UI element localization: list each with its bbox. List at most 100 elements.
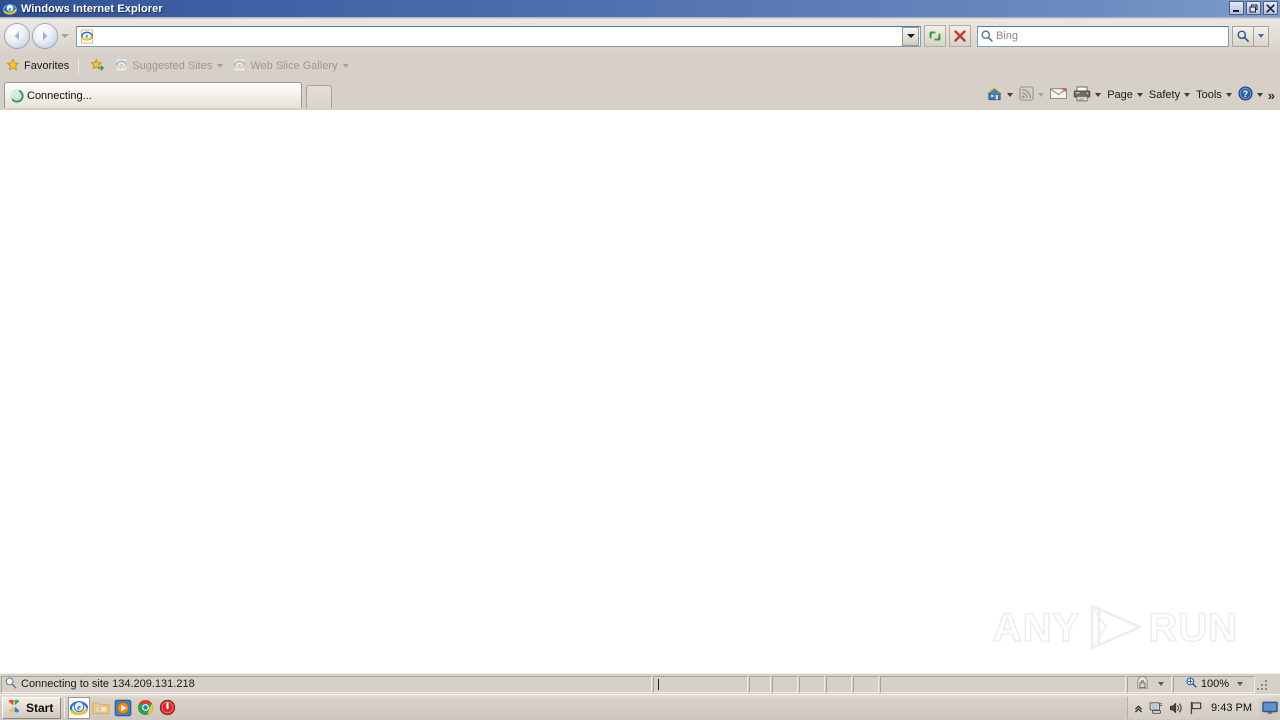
favorites-item-suggested-sites[interactable]: e Suggested Sites (111, 56, 227, 76)
rss-feed-icon (1019, 86, 1034, 104)
command-bar: Page Safety Tools ? » (983, 82, 1280, 108)
restore-button[interactable] (1246, 1, 1261, 15)
status-pane-6 (880, 675, 1126, 693)
search-icon (978, 29, 996, 43)
chevron-down-icon[interactable] (1158, 682, 1164, 686)
show-hidden-icons-button[interactable] (1133, 702, 1144, 714)
show-desktop-button[interactable] (1260, 697, 1280, 719)
taskbar-item-windows-explorer[interactable] (90, 697, 112, 719)
page-content: ANY RUN (0, 110, 1280, 673)
page-menu[interactable]: Page (1104, 84, 1146, 106)
taskbar-item-stop-process[interactable] (156, 697, 178, 719)
svg-text:?: ? (1243, 89, 1248, 99)
print-button[interactable] (1070, 84, 1104, 106)
svg-text:e: e (86, 33, 89, 39)
search-go-button[interactable] (1232, 25, 1254, 47)
page-menu-label: Page (1107, 89, 1133, 101)
back-button[interactable] (4, 23, 30, 49)
address-dropdown-button[interactable] (902, 26, 919, 46)
chrome-icon (137, 699, 153, 716)
safety-menu[interactable]: Safety (1146, 84, 1193, 106)
magnifier-icon (4, 676, 18, 693)
anyrun-watermark: ANY RUN (992, 602, 1238, 655)
favorites-button[interactable]: Favorites (2, 56, 73, 76)
favorites-item-label: Web Slice Gallery (250, 60, 338, 72)
ie-page-icon: e (78, 27, 96, 46)
security-center-flag-icon[interactable] (1189, 701, 1204, 715)
lock-zone-icon (1135, 675, 1150, 693)
folder-icon (92, 702, 110, 714)
help-button[interactable]: ? (1235, 84, 1266, 106)
favorites-bar: Favorites e Suggested Sites e Web Slice … (0, 54, 1280, 78)
new-tab-button[interactable] (306, 85, 332, 108)
chevron-down-icon (1225, 93, 1232, 97)
zoom-in-icon (1185, 676, 1198, 692)
home-button[interactable] (983, 84, 1016, 106)
ie-page-icon: e (115, 58, 128, 75)
search-submit-icon (1237, 30, 1249, 42)
address-bar[interactable]: e (76, 25, 921, 47)
add-to-favorites-bar-button[interactable] (86, 56, 109, 76)
chevron-down-icon[interactable] (1095, 93, 1102, 97)
status-bar: Connecting to site 134.209.131.218 100% (0, 673, 1280, 694)
chevron-down-icon (217, 64, 224, 68)
window-controls (1229, 1, 1278, 15)
close-button[interactable] (1263, 1, 1278, 15)
recent-pages-dropdown[interactable] (59, 23, 71, 49)
resize-grip[interactable] (1256, 676, 1270, 693)
chevron-down-icon[interactable] (1038, 93, 1045, 97)
favorites-label: Favorites (24, 60, 70, 72)
star-icon (6, 58, 20, 75)
refresh-icon (929, 31, 941, 41)
chevron-down-icon[interactable] (1237, 682, 1244, 686)
search-provider-dropdown[interactable] (1254, 25, 1269, 47)
back-arrow-icon (13, 30, 20, 42)
taskbar-item-google-chrome[interactable] (134, 697, 156, 719)
watermark-text-right: RUN (1148, 605, 1238, 651)
zoom-level: 100% (1200, 678, 1230, 690)
search-input[interactable]: Bing (996, 30, 1228, 42)
ie-page-icon: e (233, 58, 246, 75)
favorites-item-web-slice-gallery[interactable]: e Web Slice Gallery (229, 56, 352, 76)
monitor-icon (1262, 701, 1278, 714)
chevron-down-icon[interactable] (1256, 93, 1263, 97)
forward-button[interactable] (32, 23, 58, 49)
stop-icon (954, 30, 966, 42)
search-box[interactable]: Bing (977, 25, 1229, 47)
chevron-down-icon (1136, 93, 1143, 97)
tools-menu[interactable]: Tools (1193, 84, 1235, 106)
desktop: e Windows Internet Explorer e Bing Favor… (0, 0, 1280, 720)
stop-button[interactable] (949, 25, 971, 47)
tab-title: Connecting... (27, 89, 92, 102)
command-bar-overflow-button[interactable]: » (1266, 89, 1280, 102)
security-zone-pane[interactable] (1127, 675, 1172, 693)
taskbar-separator (64, 697, 66, 718)
refresh-button[interactable] (924, 25, 946, 47)
status-pane-5 (853, 675, 879, 693)
zoom-pane[interactable]: 100% (1173, 675, 1255, 693)
star-plus-icon (90, 58, 105, 75)
loading-spinner-icon (7, 88, 27, 103)
start-button[interactable]: Start (2, 696, 62, 719)
forward-arrow-icon (42, 30, 49, 42)
taskbar-item-internet-explorer[interactable]: e (68, 696, 91, 719)
taskbar: Start e 9:43 PM (0, 694, 1280, 720)
navigation-toolbar: e Bing (0, 19, 1280, 53)
help-icon: ? (1238, 86, 1253, 104)
windows-logo-icon (6, 698, 22, 717)
read-mail-button[interactable] (1047, 84, 1070, 106)
toolbar-separator (78, 58, 80, 74)
chevron-down-icon[interactable] (1007, 93, 1014, 97)
tools-menu-label: Tools (1196, 89, 1222, 101)
taskbar-item-media-player[interactable] (112, 697, 134, 719)
network-icon[interactable] (1149, 701, 1164, 715)
minimize-button[interactable] (1229, 1, 1244, 15)
system-clock[interactable]: 9:43 PM (1211, 702, 1252, 714)
printer-icon (1073, 86, 1091, 105)
browser-tab[interactable]: Connecting... (4, 82, 302, 108)
volume-icon[interactable] (1169, 701, 1184, 715)
feeds-button[interactable] (1016, 84, 1047, 106)
favorites-item-label: Suggested Sites (132, 60, 213, 72)
status-pane-1 (749, 675, 771, 693)
safety-menu-label: Safety (1148, 89, 1181, 101)
